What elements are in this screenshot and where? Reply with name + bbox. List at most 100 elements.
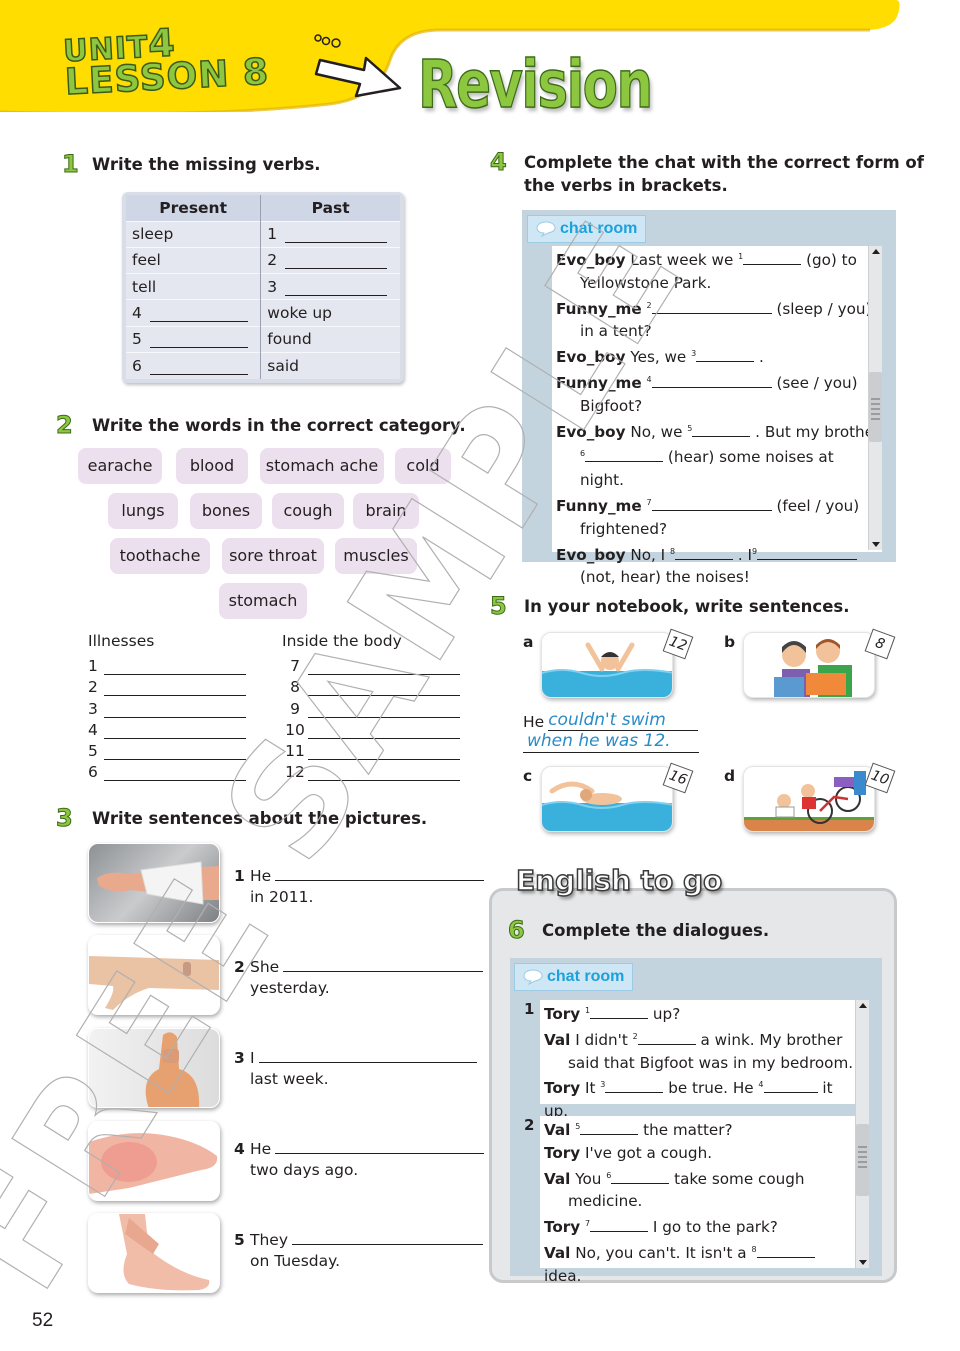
answer-blank[interactable]: [104, 766, 246, 782]
page-number: 52: [32, 1310, 54, 1331]
ex3-heading: 3 Write sentences about the pictures.: [56, 806, 428, 831]
answer-blank[interactable]: [285, 253, 388, 270]
answer-blank[interactable]: [104, 681, 246, 697]
answer-blank[interactable]: [258, 1048, 477, 1063]
chat-message: Evo_boy No, I 8 . I9 (not, hear) the nois…: [552, 541, 882, 590]
scroll-thumb[interactable]: [856, 1124, 869, 1196]
dialogue-speaker: Val: [544, 1243, 571, 1262]
answer-blank[interactable]: [605, 1079, 664, 1094]
verb-past: said: [267, 356, 300, 375]
blank-number: 3: [267, 277, 278, 296]
chat-message: Funny_me 4 (see / you) Bigfoot?: [552, 369, 882, 418]
dialogue-line: Val You 6 take some cough medicine.: [540, 1165, 856, 1214]
scroll-up-arrow-icon[interactable]: [859, 1003, 867, 1008]
scroll-down-arrow-icon[interactable]: [872, 542, 880, 547]
answer-blank[interactable]: [692, 423, 751, 437]
answer-blank[interactable]: [283, 957, 484, 972]
dialogue-line: Tory 7 I go to the park?: [540, 1213, 856, 1239]
ex4-instruction-line2: the verbs in brackets.: [524, 176, 728, 195]
swimmer-illustration: [542, 781, 672, 831]
answer-blank[interactable]: [275, 866, 485, 881]
answer-blank[interactable]: [308, 660, 460, 676]
answer-blank[interactable]: [149, 306, 248, 323]
ex3-instruction: Write sentences about the pictures.: [92, 809, 428, 828]
sentence-number: 2: [234, 958, 245, 976]
word-chip: bones: [190, 493, 262, 529]
sentence-item: 3 Ilast week.: [234, 1048, 477, 1090]
dialogue-number: 1: [524, 1000, 535, 1018]
verb-table-row: tell 3: [126, 273, 400, 300]
sentence-end: on Tuesday.: [250, 1252, 341, 1270]
answer-blank[interactable]: [292, 1230, 484, 1245]
answer-blank[interactable]: [696, 348, 755, 363]
ex5-number: 5: [490, 592, 508, 620]
answer-blank[interactable]: [275, 1139, 485, 1154]
answer-blank[interactable]: [308, 681, 460, 697]
ex6-heading: 6 Complete the dialogues.: [508, 918, 770, 943]
chat-message: Funny_me 2 (sleep / you) in a tent?: [552, 295, 882, 344]
dialogue-line: Tory 1 up?: [540, 1000, 856, 1026]
answer-blank[interactable]: [104, 745, 246, 760]
answer-blank[interactable]: [308, 724, 460, 739]
item-letter-a: a: [523, 633, 534, 651]
answer-blank[interactable]: [757, 546, 858, 560]
answer-blank[interactable]: [675, 546, 734, 560]
ex6-chat-tab[interactable]: chat room: [514, 963, 634, 991]
answer-blank[interactable]: [590, 1005, 649, 1019]
ex4-instruction-line1: Complete the chat with the correct form …: [524, 153, 924, 172]
answer-blank[interactable]: [756, 1244, 815, 1258]
drowning-boy-illustration: [542, 642, 672, 697]
answer-blank[interactable]: [763, 1079, 818, 1094]
answer-blank[interactable]: [104, 724, 246, 739]
answer-blank[interactable]: [285, 280, 388, 296]
answer-blank[interactable]: [104, 703, 246, 718]
answer-blank[interactable]: [585, 448, 664, 463]
dialogue-text: I've got a cough.: [585, 1143, 713, 1162]
verb-present: feel: [132, 251, 161, 270]
answer-blank[interactable]: [651, 300, 772, 314]
answer-blank[interactable]: [308, 745, 460, 760]
answer-blank[interactable]: [308, 703, 460, 718]
dialogue-text: be true. He: [668, 1079, 754, 1098]
verb-table-row: sleep 1: [126, 220, 400, 248]
blank-number: 4: [132, 304, 142, 323]
sentence-item: 1 He in 2011.: [234, 866, 485, 908]
verb-past: found: [267, 330, 312, 349]
answer-blank[interactable]: [637, 1031, 696, 1045]
answer-blank[interactable]: [590, 1218, 649, 1233]
word-chip: cough: [272, 493, 344, 529]
picture-swimmer: [541, 766, 673, 832]
chat-text: No, we: [630, 422, 683, 441]
answer-blank[interactable]: [651, 374, 772, 388]
answer-blank[interactable]: [104, 660, 246, 676]
answer-blank[interactable]: [651, 497, 772, 511]
answer-blank[interactable]: [580, 1121, 639, 1135]
ex4-scrollbar[interactable]: [868, 246, 882, 550]
ex1-heading: 1 Write the missing verbs.: [62, 152, 321, 177]
ex4-chat-tab[interactable]: chat room: [527, 215, 647, 243]
dialogue-speaker: Val: [544, 1169, 571, 1188]
category-answer-row: 2: [88, 675, 246, 697]
answer-blank[interactable]: [149, 332, 248, 349]
chat-speaker: Funny_me: [556, 373, 642, 392]
category-answer-row: 8: [282, 675, 460, 697]
ex2-heading: 2 Write the words in the correct categor…: [56, 413, 466, 438]
answer-blank[interactable]: [611, 1170, 670, 1184]
scroll-down-arrow-icon[interactable]: [859, 1260, 867, 1265]
scroll-thumb[interactable]: [869, 372, 882, 442]
item-letter-d: d: [724, 767, 736, 785]
ex6-scrollbar[interactable]: [855, 1000, 869, 1268]
chat-text: (go) to: [806, 251, 857, 269]
chat-text: .: [759, 348, 764, 367]
answer-blank[interactable]: [308, 766, 460, 782]
answer-blank[interactable]: [285, 227, 388, 244]
dialogue-line: Tory I've got a cough.: [540, 1142, 856, 1165]
example-answer-line1: couldn't swim: [548, 710, 699, 731]
category-answer-row: 3: [88, 696, 246, 718]
sentence-item: 5 They on Tuesday.: [234, 1230, 484, 1272]
scroll-up-arrow-icon[interactable]: [872, 249, 880, 254]
ex4-number: 4: [490, 148, 508, 176]
dialogue-text: idea.: [544, 1266, 582, 1285]
answer-blank[interactable]: [149, 359, 248, 375]
answer-blank[interactable]: [743, 251, 802, 265]
